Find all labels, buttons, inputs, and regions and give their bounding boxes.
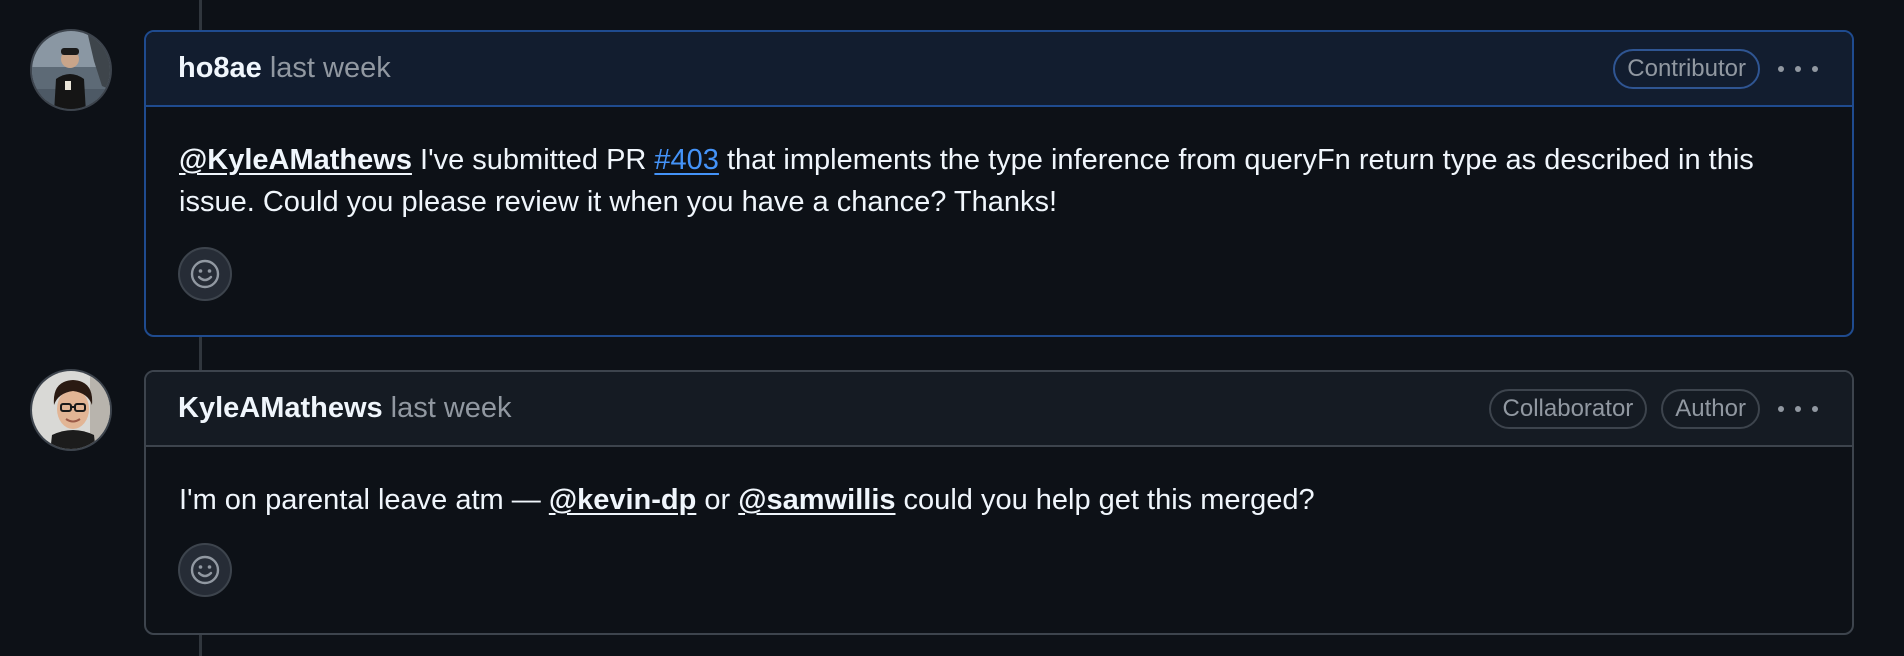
avatar[interactable]	[30, 369, 112, 451]
user-avatar-icon	[32, 31, 110, 109]
user-avatar-icon	[32, 371, 110, 449]
collaborator-badge: Collaborator	[1488, 388, 1648, 429]
avatar[interactable]	[30, 29, 112, 111]
comment-timestamp[interactable]: last week	[270, 52, 391, 85]
add-reaction-button[interactable]	[178, 247, 232, 301]
comment-author[interactable]: KyleAMathews	[178, 392, 383, 425]
kebab-horizontal-icon[interactable]	[1778, 54, 1818, 84]
comment-timestamp[interactable]: last week	[391, 392, 512, 425]
kebab-horizontal-icon[interactable]	[1778, 394, 1818, 424]
add-reaction-button[interactable]	[178, 543, 232, 597]
comment-body: I'm on parental leave atm — @kevin-dp or…	[146, 447, 1852, 521]
contributor-badge: Contributor	[1613, 48, 1760, 89]
comment-header: ho8ae last week Contributor	[146, 32, 1852, 107]
comment-header: KyleAMathews last week Collaborator Auth…	[146, 372, 1852, 447]
smiley-icon	[190, 259, 220, 289]
comment-body: @KyleAMathews I've submitted PR #403 tha…	[146, 107, 1852, 223]
comment-card: KyleAMathews last week Collaborator Auth…	[144, 370, 1854, 635]
user-mention[interactable]: @samwillis	[738, 484, 895, 516]
comment-card: ho8ae last week Contributor @KyleAMathew…	[144, 30, 1854, 337]
comment-text: I'm on parental leave atm —	[179, 484, 549, 516]
user-mention[interactable]: @kevin-dp	[549, 484, 697, 516]
comment-text: I've submitted PR	[411, 144, 655, 176]
user-mention[interactable]: @KyleAMathews	[179, 144, 412, 176]
author-badge: Author	[1661, 388, 1760, 429]
comment-author[interactable]: ho8ae	[178, 52, 262, 85]
pr-link[interactable]: #403	[654, 144, 719, 176]
comment-text: could you help get this merged?	[895, 484, 1315, 516]
smiley-icon	[190, 555, 220, 585]
comment-text: or	[696, 484, 739, 516]
